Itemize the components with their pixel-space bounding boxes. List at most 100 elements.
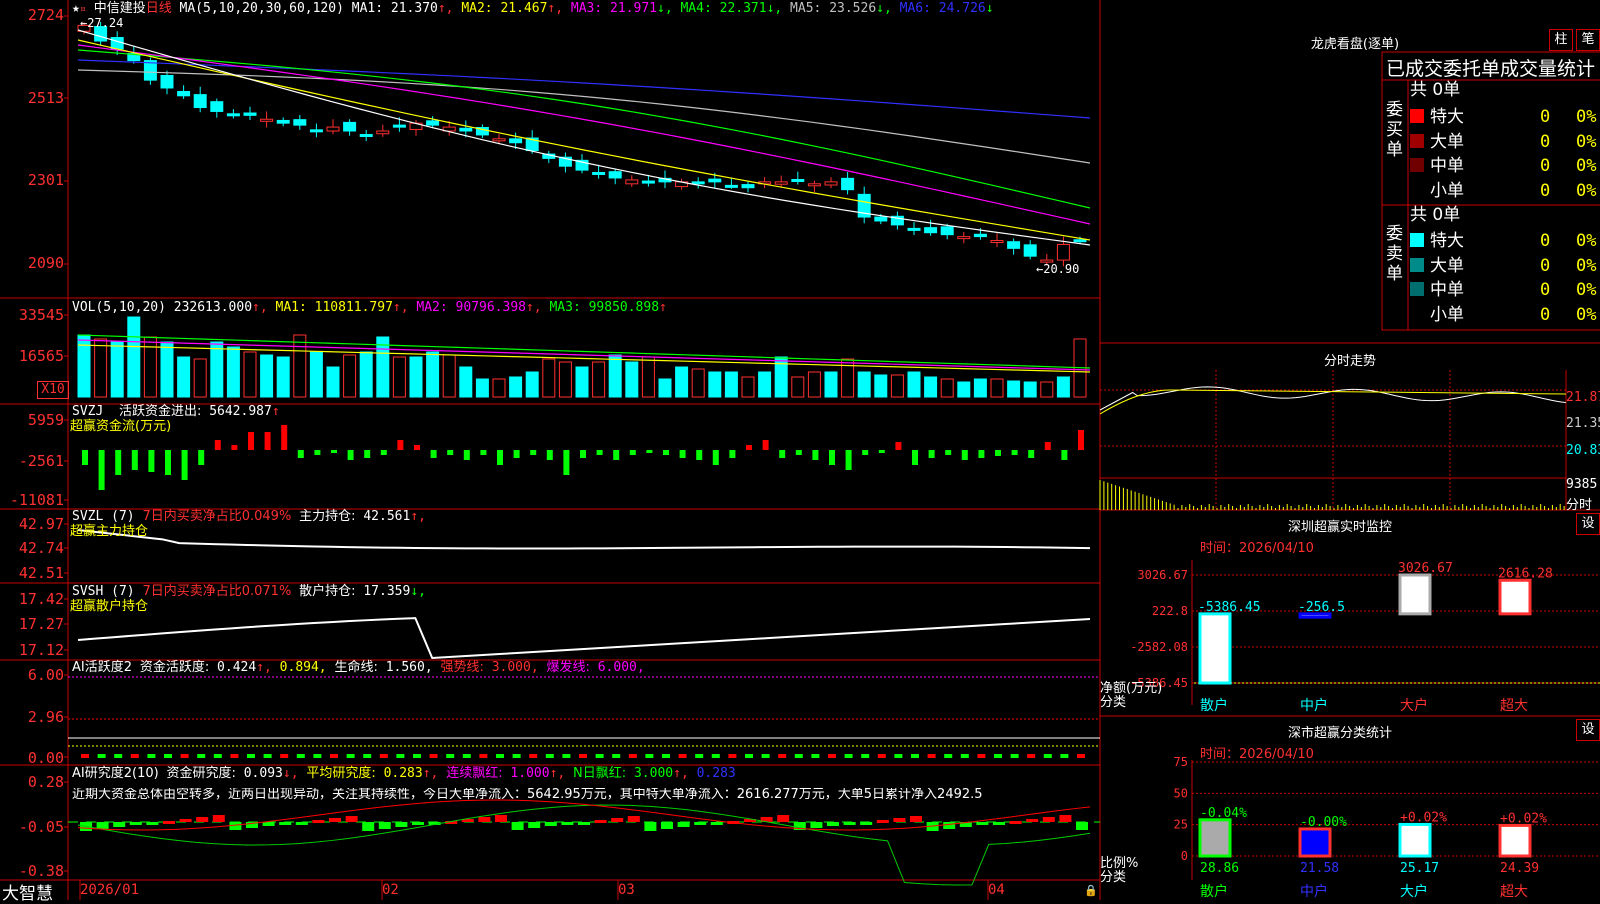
vol-bar (774, 356, 788, 398)
vol-bar (260, 354, 274, 398)
svzj-subtitle: 超赢资金流(万元) (70, 419, 172, 434)
vol-ma-values: MA1: 110811.797↑, MA2: 90796.398↑, MA3: … (275, 300, 667, 315)
ai-research-bar (677, 822, 690, 827)
svzj-bar (198, 450, 205, 465)
ai-active-bar (164, 754, 172, 758)
order-stats-title[interactable]: 已成交委托单成交量统计 (1386, 54, 1595, 81)
ai-research-bar (710, 822, 723, 825)
candle (774, 181, 788, 185)
candle (193, 94, 207, 109)
candle (276, 119, 290, 124)
ai-active-bar (479, 754, 488, 758)
vol-bar (160, 341, 174, 398)
candle (509, 138, 523, 144)
candle (924, 227, 938, 234)
ai-research-bar (777, 815, 790, 822)
ai-research-bar (627, 816, 640, 822)
order-color-swatch (1410, 282, 1424, 296)
sz-monitor-category: 大户 (1400, 697, 1428, 714)
ma-value-2: MA2: 21.467 (453, 1, 548, 16)
ai-active-bar (612, 754, 621, 758)
candle (990, 240, 1004, 244)
ai-active-bar (379, 754, 388, 758)
lock-icon[interactable]: 🔒 (1084, 884, 1098, 897)
period-label[interactable]: 日线 (146, 1, 172, 16)
order-count: 0 (1540, 231, 1551, 251)
svzl-line (77, 529, 1091, 550)
intraday-price-tick: 21.35 (1566, 416, 1600, 431)
vol-bar (857, 371, 871, 398)
order-color-swatch (1410, 133, 1424, 148)
x-axis-label: 03 (618, 882, 635, 898)
ma-value-3: MA3: 99850.898 (541, 300, 660, 315)
svzl-header: SVZL (7) 7日内买卖净占比0.049% 主力持仓: 42.561↑, (72, 509, 426, 524)
order-row-小单: 小单 (1410, 305, 1464, 325)
svzj-bar (314, 450, 321, 455)
vol-bar (309, 351, 323, 398)
kline-y-tick: 2090 (27, 254, 64, 272)
candle (841, 177, 855, 191)
ai-active-bar (994, 754, 1002, 758)
sz-class-category: 散户 (1200, 883, 1228, 900)
candle (691, 181, 705, 185)
candle (741, 184, 755, 189)
sz-monitor-bar (1398, 573, 1432, 616)
ai-active-bar (313, 754, 322, 758)
ai-active-bar (562, 754, 571, 758)
candle (791, 179, 805, 183)
vol-bar (724, 371, 738, 398)
candle (625, 179, 639, 185)
sz-class-date: 时间：2026/04/10 (1200, 747, 1314, 762)
ai-active-bar (512, 754, 521, 758)
ai-active-bar (247, 754, 255, 758)
svzj-bar (596, 450, 603, 455)
svzj-bar (181, 450, 188, 480)
x-axis-label: 02 (382, 882, 399, 898)
ai-research-bar (661, 822, 673, 829)
intraday-title[interactable]: 分时走势 (1300, 350, 1400, 369)
vol-value: 232613.000 (173, 300, 253, 315)
order-pct: 0% (1576, 107, 1597, 127)
ai-active-bar (330, 754, 338, 758)
bar-mode-button[interactable]: 柱 (1549, 29, 1573, 51)
candle (260, 118, 274, 122)
svsh-y-tick: 17.42 (18, 590, 64, 608)
svzj-bar (1011, 450, 1018, 455)
vol-bar (392, 356, 406, 398)
ai-active-bar (147, 754, 156, 758)
kline-y-tick: 2724 (27, 6, 64, 24)
sz-class-settings-button[interactable]: 设 (1576, 719, 1600, 741)
stock-name[interactable]: 中信建投 (94, 1, 146, 16)
svzj-bar (165, 450, 171, 475)
svzj-bar (746, 445, 752, 450)
favorite-star-icon[interactable]: ★ (72, 1, 80, 16)
ai-active-bar (462, 754, 471, 758)
longhu-title: 龙虎看盘(逐单) (1310, 37, 1400, 52)
svzj-bar (447, 450, 454, 455)
svzj-bar (646, 450, 653, 453)
svzj-header: SVZJ 活跃资金进出: 5642.987↑ (72, 404, 280, 419)
svsh-subtitle: 超赢散户持仓 (70, 599, 149, 614)
sz-monitor-settings-button[interactable]: 设 (1576, 513, 1600, 535)
order-color-swatch (1410, 257, 1424, 272)
ai-active-bar (180, 754, 189, 758)
ai-research-bar (810, 822, 823, 828)
ai-active-y-tick: 0.00 (27, 749, 64, 767)
sz-class-value-label: 28.86 (1200, 861, 1239, 876)
vol-bar (807, 371, 821, 398)
candle (459, 127, 473, 132)
vol-bar (509, 376, 523, 398)
tick-mode-button[interactable]: 笔 (1576, 29, 1600, 51)
sz-class-ylabel: 比例% 分类 (1100, 856, 1139, 885)
ai-active-bar (662, 754, 670, 758)
svzj-bar (264, 432, 271, 450)
ai-research-bar (993, 822, 1005, 825)
vol-bar (359, 351, 373, 398)
svzj-bar (729, 450, 736, 458)
ai-research-bar (163, 821, 175, 824)
vol-bar (791, 376, 805, 398)
candle (210, 101, 224, 112)
sell-side-label: 委卖单 (1386, 224, 1403, 284)
svzj-bar (281, 425, 288, 450)
vol-bar (841, 358, 855, 398)
